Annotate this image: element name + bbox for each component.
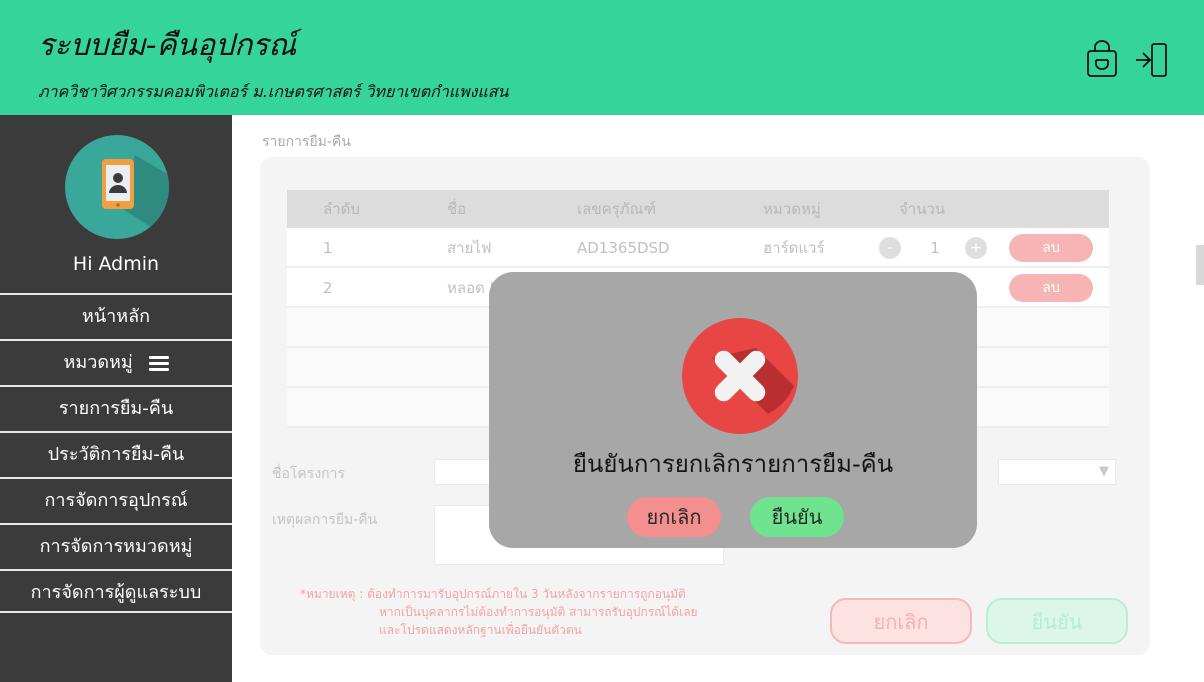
dialog-confirm-button[interactable]: ยืนยัน	[750, 497, 844, 537]
project-label: ชื่อโครงการ	[272, 466, 346, 482]
quantity-value[interactable]: 1	[911, 237, 959, 259]
delete-button[interactable]: ลบ	[1009, 274, 1093, 302]
sidebar: Hi Admin หน้าหลัก หมวดหมู่ รายการยืม-คืน…	[0, 115, 232, 682]
logout-icon[interactable]	[1132, 40, 1172, 80]
table-header: ลำดับ ชื่อ เลขครุภัณฑ์ หมวดหมู่ จำนวน	[287, 190, 1109, 228]
app-subtitle: ภาควิชาวิศวกรรมคอมพิวเตอร์ ม.เกษตรศาสตร์…	[38, 82, 509, 101]
col-header: หมวดหมู่	[763, 200, 821, 218]
row-no: 1	[323, 239, 333, 257]
sidebar-item-label: หมวดหมู่	[63, 352, 133, 373]
col-header: จำนวน	[899, 200, 946, 218]
tablet-user-icon	[102, 155, 169, 239]
note-text: หากเป็นบุคลากรไม่ต้องทำการอนุมัติ สามารถ…	[379, 605, 698, 619]
reason-label: เหตุผลการยืม-คืน	[272, 512, 378, 528]
greeting: Hi Admin	[72, 253, 160, 275]
confirm-button[interactable]: ยืนยัน	[986, 598, 1128, 644]
red-cross-icon	[682, 318, 798, 434]
app-header: ระบบยืม-คืนอุปกรณ์ ภาควิชาวิศวกรรมคอมพิว…	[0, 0, 1204, 115]
sidebar-item-label: การจัดการหมวดหมู่	[39, 536, 193, 557]
avatar	[65, 135, 169, 239]
decrease-button[interactable]: -	[879, 237, 901, 259]
row-category: ฮาร์ดแวร์	[763, 239, 825, 257]
confirm-cancel-dialog: ยืนยันการยกเลิกรายการยืม-คืน ยกเลิก ยืนย…	[489, 272, 977, 548]
row-name: สายไฟ	[447, 239, 492, 257]
cancel-button[interactable]: ยกเลิก	[830, 598, 972, 644]
chevron-down-icon: ▼	[1099, 464, 1109, 479]
breadcrumb: รายการยืม-คืน	[262, 134, 351, 150]
sidebar-item-label: การจัดการผู้ดูแลระบบ	[30, 582, 202, 603]
project-input[interactable]	[434, 459, 494, 485]
note-text: *หมายเหตุ : ต้องทำการมารับอุปกรณ์ภายใน 3…	[300, 587, 686, 601]
menu-icon[interactable]	[148, 353, 169, 374]
sidebar-item-label: หน้าหลัก	[81, 306, 151, 327]
app-title: ระบบยืม-คืนอุปกรณ์	[38, 28, 297, 63]
dialog-message: ยืนยันการยกเลิกรายการยืม-คืน	[572, 450, 894, 478]
col-header: ลำดับ	[323, 200, 360, 218]
row-asset: AD1365DSD	[577, 239, 670, 257]
sidebar-item-home[interactable]: หน้าหลัก	[0, 293, 232, 337]
dialog-cancel-button[interactable]: ยกเลิก	[627, 497, 721, 537]
delete-button[interactable]: ลบ	[1009, 234, 1093, 262]
col-header: ชื่อ	[447, 200, 467, 218]
note-text: และโปรดแสดงหลักฐานเพื่อยืนยันตัวตน	[379, 623, 582, 637]
increase-button[interactable]: +	[965, 237, 987, 259]
sidebar-item-label: ประวัติการยืม-คืน	[47, 444, 185, 465]
category-select[interactable]: ▼	[998, 459, 1116, 485]
col-header: เลขครุภัณฑ์	[577, 200, 656, 218]
sidebar-item-history[interactable]: ประวัติการยืม-คืน	[0, 431, 232, 475]
sidebar-item-equipment[interactable]: การจัดการอุปกรณ์	[0, 477, 232, 521]
sidebar-item-category[interactable]: หมวดหมู่	[0, 339, 232, 383]
row-no: 2	[323, 279, 333, 297]
scrollbar[interactable]	[1196, 245, 1204, 285]
table-row: 1 สายไฟ AD1365DSD ฮาร์ดแวร์ - 1 + ลบ	[287, 228, 1109, 268]
sidebar-item-admins[interactable]: การจัดการผู้ดูแลระบบ	[0, 569, 232, 613]
sidebar-item-borrow-list[interactable]: รายการยืม-คืน	[0, 385, 232, 429]
sidebar-item-label: การจัดการอุปกรณ์	[44, 490, 188, 511]
sidebar-item-categories[interactable]: การจัดการหมวดหมู่	[0, 523, 232, 567]
sidebar-item-label: รายการยืม-คืน	[58, 398, 174, 419]
shopping-bag-icon[interactable]	[1082, 40, 1122, 80]
